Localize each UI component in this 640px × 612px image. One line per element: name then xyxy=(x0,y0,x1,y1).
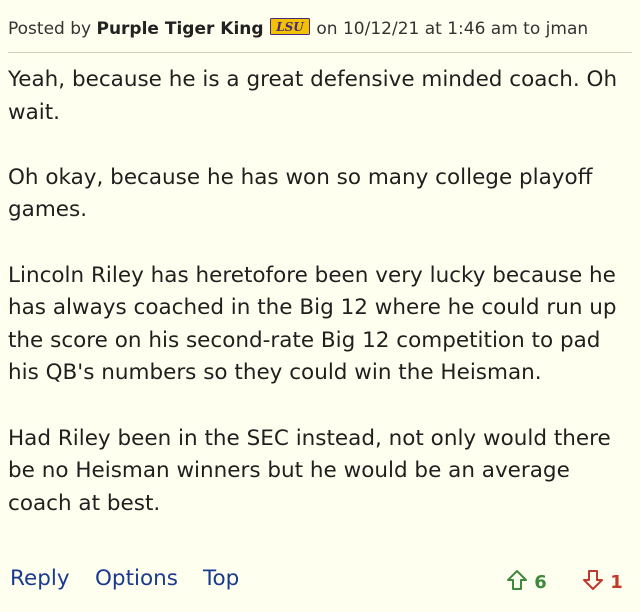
downvote-count: 1 xyxy=(610,572,623,593)
options-link[interactable]: Options xyxy=(95,566,178,591)
header-divider xyxy=(8,52,632,53)
team-badge-icon: LSU xyxy=(269,18,310,40)
reply-link[interactable]: Reply xyxy=(10,566,70,591)
post-paragraph: Oh okay, because he has won so many coll… xyxy=(8,164,593,223)
upvote-button[interactable]: 6 xyxy=(506,569,547,593)
top-link[interactable]: Top xyxy=(203,566,239,591)
post-paragraph: Yeah, because he is a great defensive mi… xyxy=(8,67,618,125)
author-name[interactable]: Purple Tiger King xyxy=(96,19,263,39)
reply-to-user[interactable]: jman xyxy=(546,19,588,39)
posted-by-label: Posted by xyxy=(8,19,92,39)
team-badge-text: LSU xyxy=(275,20,305,34)
upvote-count: 6 xyxy=(534,572,547,593)
post-header: Posted by Purple Tiger King LSU on 10/12… xyxy=(8,18,632,40)
downvote-button[interactable]: 1 xyxy=(582,569,623,593)
arrow-down-icon xyxy=(582,570,610,593)
post-paragraph: Lincoln Riley has heretofore been very l… xyxy=(8,262,617,386)
post-actions: Reply Options Top 6 1 xyxy=(10,563,628,597)
post-date: on 10/12/21 at 1:46 am to xyxy=(316,19,541,39)
post-paragraph: Had Riley been in the SEC instead, not o… xyxy=(8,425,611,516)
post-body: Yeah, because he is a great defensive mi… xyxy=(8,64,632,520)
arrow-up-icon xyxy=(506,570,534,593)
